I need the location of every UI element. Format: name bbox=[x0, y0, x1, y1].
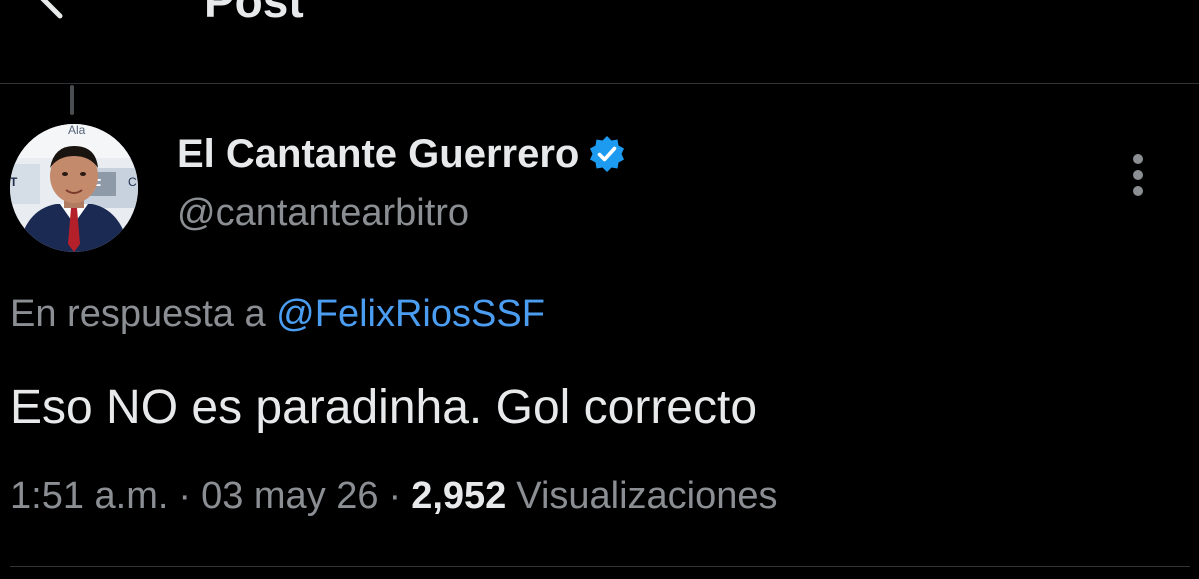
author-display-name[interactable]: El Cantante Guerrero bbox=[177, 131, 579, 177]
meta-separator: · bbox=[178, 475, 192, 517]
views-count[interactable]: 2,952 bbox=[411, 475, 506, 517]
meta-separator: · bbox=[388, 475, 402, 517]
verified-badge bbox=[587, 134, 627, 174]
back-button[interactable] bbox=[20, 0, 84, 26]
page-title: Post bbox=[204, 0, 304, 27]
author-avatar[interactable]: Ala T IF C bbox=[10, 124, 138, 252]
post-text: Eso NO es paradinha. Gol correcto bbox=[10, 381, 758, 434]
bottom-divider bbox=[10, 566, 1190, 567]
views-label[interactable]: Visualizaciones bbox=[516, 475, 777, 517]
avatar-sign-text-top: Ala bbox=[68, 124, 86, 137]
reply-prefix-text: En respuesta a bbox=[10, 293, 266, 335]
post-date[interactable]: 03 may 26 bbox=[201, 475, 378, 517]
thread-connector-line bbox=[70, 85, 74, 115]
post-meta: 1:51 a.m. · 03 may 26 · 2,952 Visualizaciones bbox=[10, 469, 778, 523]
author-handle[interactable]: @cantantearbitro bbox=[177, 190, 469, 236]
verified-badge-icon bbox=[590, 136, 625, 172]
back-arrow-icon bbox=[40, 0, 63, 19]
avatar-sign-text-left: T bbox=[10, 175, 18, 189]
post-time[interactable]: 1:51 a.m. bbox=[10, 475, 168, 517]
reply-mention-link[interactable]: @FelixRiosSSF bbox=[276, 293, 545, 335]
top-bar: Post bbox=[0, 0, 1199, 84]
more-options-button[interactable] bbox=[1116, 150, 1160, 200]
more-options-icon bbox=[1133, 154, 1143, 196]
author-name-row: El Cantante Guerrero bbox=[177, 131, 627, 177]
reply-context: En respuesta a @FelixRiosSSF bbox=[10, 288, 545, 340]
avatar-sign-text-right: C bbox=[128, 175, 137, 189]
